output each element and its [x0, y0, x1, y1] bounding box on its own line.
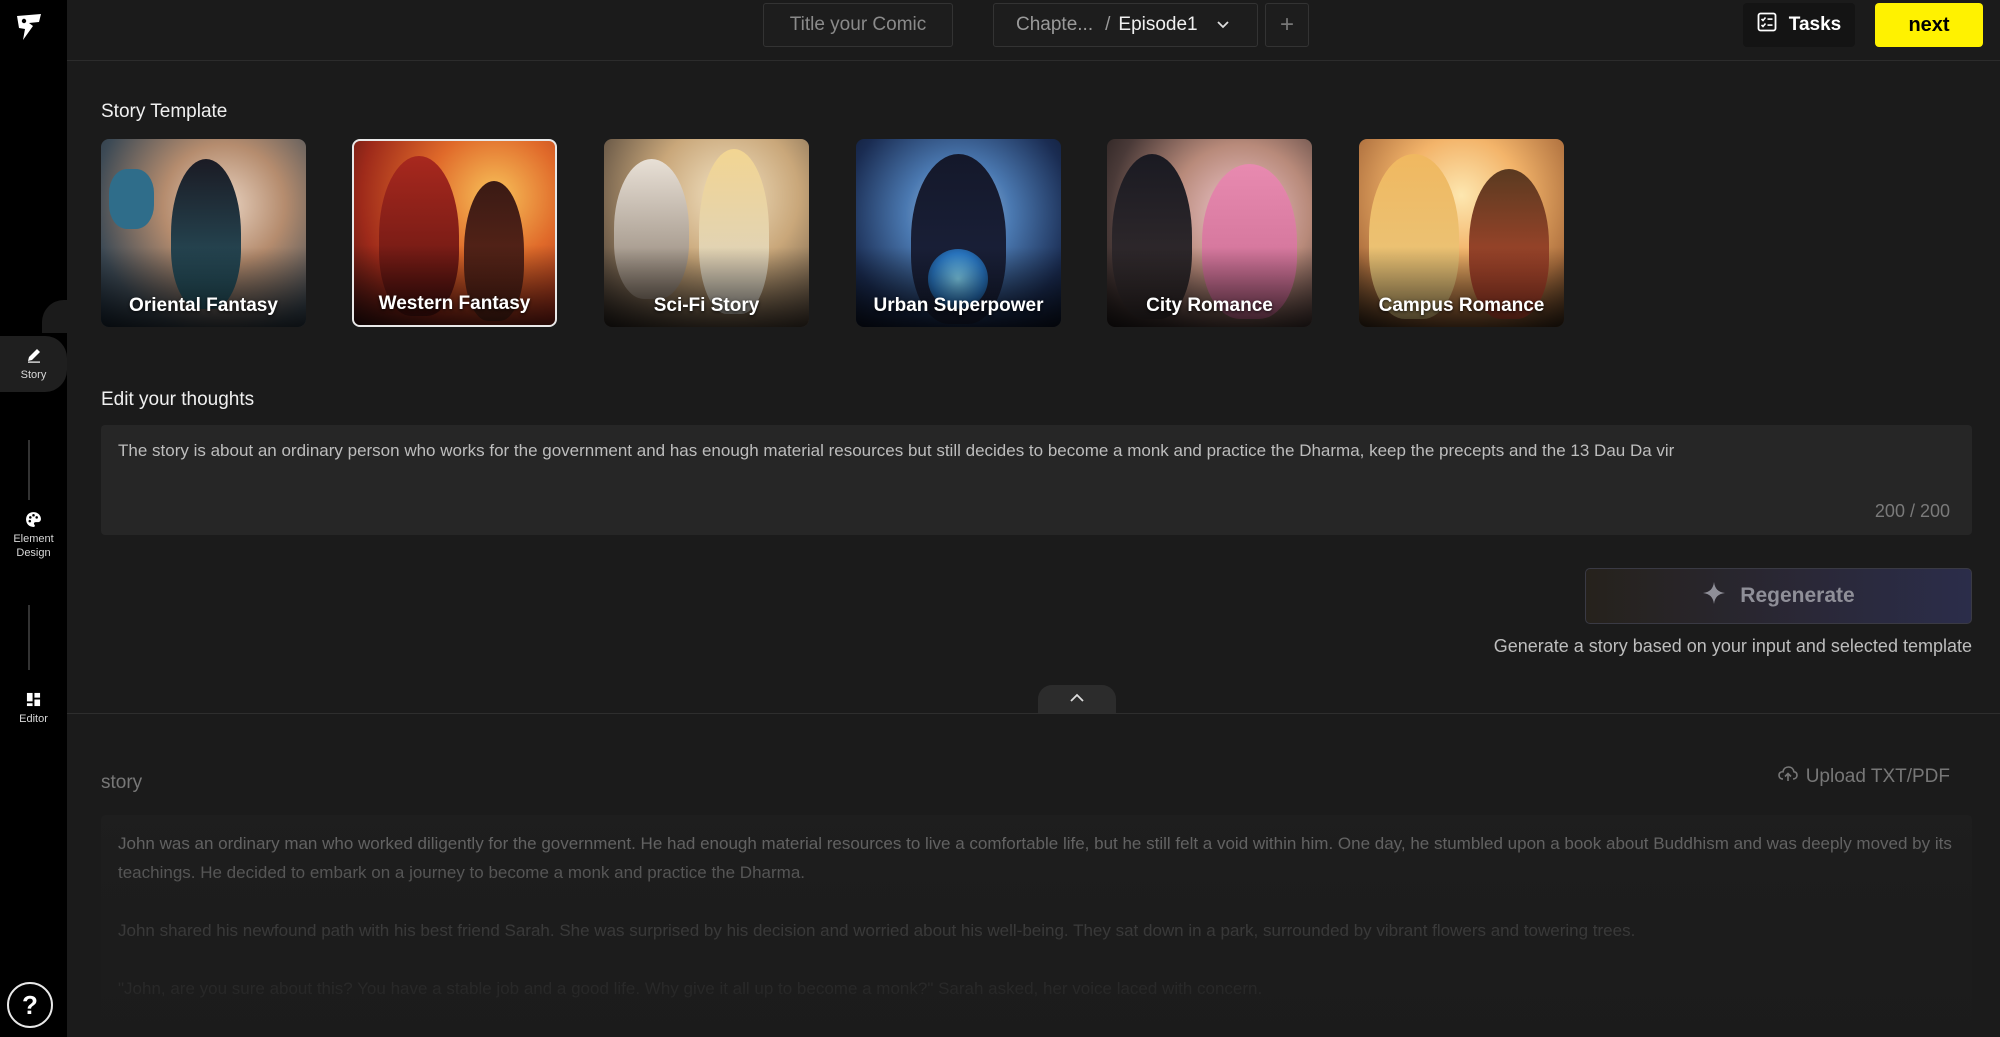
comic-title-input[interactable]: Title your Comic [763, 3, 953, 47]
cloud-upload-icon [1777, 765, 1798, 789]
chevron-up-icon [1069, 690, 1085, 708]
story-paragraph: "John, are you sure about this? You have… [118, 979, 1263, 998]
chapter-name: Chapte... [1016, 14, 1094, 35]
regenerate-hint: Generate a story based on your input and… [1493, 636, 1972, 656]
palette-icon [25, 510, 43, 528]
character-counter: 200 / 200 [1874, 501, 1950, 521]
layout-icon [25, 690, 43, 708]
section-divider [67, 713, 2000, 714]
regenerate-button[interactable]: Regenerate [1585, 568, 1972, 624]
template-card-label: Oriental Fantasy [129, 295, 278, 316]
episode-name: Episode1 [1118, 14, 1198, 35]
template-card-city-romance[interactable]: City Romance [1107, 139, 1312, 327]
help-symbol: ? [22, 989, 38, 1020]
top-bar: Title your Comic Chapte... / Episode1 + … [67, 0, 2000, 61]
story-paragraph: John shared his newfound path with his b… [118, 921, 1636, 940]
pencil-icon [25, 346, 43, 364]
sidebar-item-editor[interactable]: Editor [0, 690, 67, 726]
regenerate-label: Regenerate [1740, 584, 1855, 607]
template-card-label: Urban Superpower [873, 295, 1044, 316]
sparkle-icon [1702, 581, 1726, 611]
upload-file-button[interactable]: Upload TXT/PDF [1777, 765, 1950, 789]
add-episode-button[interactable]: + [1265, 3, 1309, 47]
template-card-urban-superpower[interactable]: Urban Superpower [856, 139, 1061, 327]
episode-selector[interactable]: Chapte... / Episode1 [993, 3, 1258, 47]
template-card-label: Western Fantasy [378, 293, 531, 314]
upload-label: Upload TXT/PDF [1805, 766, 1950, 787]
help-button[interactable]: ? [7, 982, 53, 1028]
template-card-oriental-fantasy[interactable]: Oriental Fantasy [101, 139, 306, 327]
breadcrumb-separator: / [1105, 14, 1111, 35]
tasks-button[interactable]: Tasks [1743, 3, 1855, 47]
next-button[interactable]: next [1875, 3, 1983, 47]
sidebar-item-element-design[interactable]: Element Design [0, 510, 67, 560]
thoughts-textarea[interactable]: The story is about an ordinary person wh… [101, 425, 1972, 535]
app-logo-icon[interactable] [12, 10, 46, 44]
template-card-sci-fi-story[interactable]: Sci-Fi Story [604, 139, 809, 327]
template-card-label: City Romance [1146, 295, 1273, 316]
story-textarea[interactable]: John was an ordinary man who worked dili… [101, 815, 1972, 1037]
rail-top [0, 0, 67, 333]
chevron-down-icon [1216, 20, 1230, 30]
card-art [109, 169, 154, 229]
plus-icon: + [1279, 11, 1294, 38]
template-card-label: Sci-Fi Story [653, 295, 760, 316]
rail-connector [28, 440, 30, 500]
sidebar-item-label: Element Design [13, 533, 54, 559]
rail-connector [28, 605, 30, 670]
template-card-western-fantasy[interactable]: Western Fantasy [352, 139, 557, 327]
collapse-toggle[interactable] [1038, 685, 1116, 713]
checklist-icon [1757, 12, 1777, 38]
story-label: story [101, 772, 143, 793]
sidebar-item-label: Editor [19, 713, 48, 725]
story-paragraph: John was an ordinary man who worked dili… [118, 834, 1952, 882]
edit-thoughts-heading: Edit your thoughts [101, 389, 255, 410]
story-template-heading: Story Template [101, 101, 228, 122]
comic-title-placeholder: Title your Comic [789, 14, 927, 35]
sidebar-item-story[interactable]: Story [0, 336, 67, 392]
tasks-label: Tasks [1788, 14, 1842, 35]
template-card-label: Campus Romance [1378, 295, 1545, 316]
sidebar-item-label: Story [20, 369, 47, 381]
thoughts-text: The story is about an ordinary person wh… [118, 441, 1675, 460]
template-card-campus-romance[interactable]: Campus Romance [1359, 139, 1564, 327]
